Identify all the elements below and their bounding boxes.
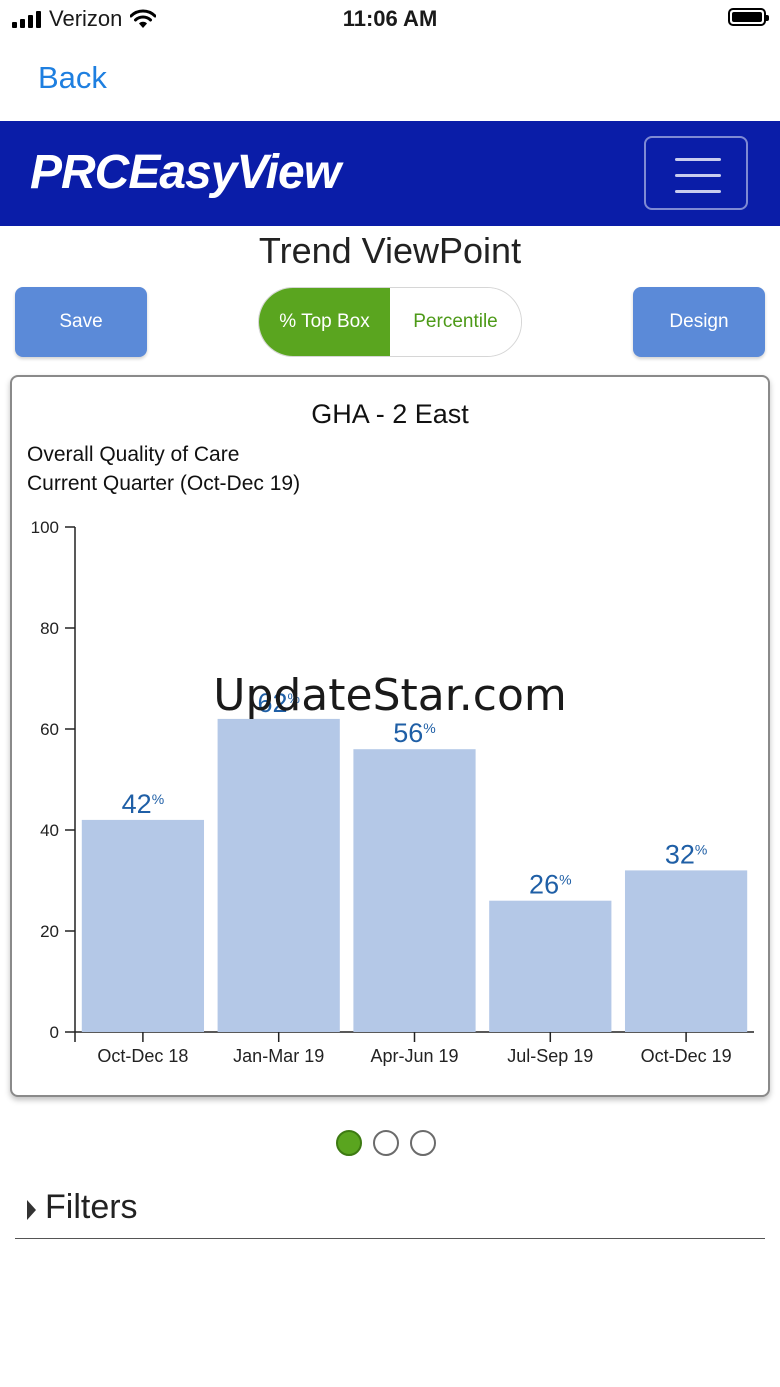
bar	[489, 900, 612, 1032]
design-button[interactable]: Design	[633, 287, 765, 357]
chart-title: GHA - 2 East	[311, 399, 469, 429]
y-tick-label: 0	[50, 1023, 59, 1042]
bar-value-label: 32%	[665, 839, 708, 869]
x-tick-label: Oct-Dec 18	[97, 1046, 188, 1066]
y-tick-label: 20	[40, 922, 59, 941]
chart-card: GHA - 2 East Overall Quality of Care Cur…	[10, 375, 770, 1097]
page-dot-1[interactable]	[336, 1130, 362, 1156]
page-title: Trend ViewPoint	[258, 230, 522, 271]
bar-value-label: 26%	[529, 870, 572, 900]
segment-top-box[interactable]: % Top Box	[259, 288, 390, 356]
hamburger-menu-button[interactable]	[644, 136, 748, 210]
page-dot-2[interactable]	[373, 1130, 399, 1156]
chart-plot-area: 0 20 40 60 80 100 Oct-Dec 18 42% Jan-Mar 19 62% Ap…	[31, 518, 754, 1066]
x-tick-label: Jul-Sep 19	[507, 1046, 593, 1066]
page-dot-3[interactable]	[410, 1130, 436, 1156]
battery-icon	[728, 8, 769, 26]
save-button[interactable]: Save	[15, 287, 147, 357]
y-tick-label: 100	[31, 518, 59, 537]
filters-label: Filters	[45, 1188, 138, 1226]
bar	[81, 819, 205, 1032]
bar	[217, 718, 340, 1032]
segment-percentile[interactable]: Percentile	[390, 288, 521, 356]
chart-subtitle-line2: Current Quarter (Oct-Dec 19)	[27, 472, 300, 495]
caret-right-icon	[27, 1200, 36, 1220]
y-tick-label: 60	[40, 720, 59, 739]
y-tick-label: 40	[40, 821, 59, 840]
bar-value-label: 42%	[122, 789, 165, 819]
menu-icon	[675, 158, 721, 161]
page-indicator	[336, 1130, 436, 1156]
filters-toggle[interactable]: Filters	[15, 1186, 765, 1239]
bar	[624, 870, 748, 1032]
back-button[interactable]: Back	[38, 60, 107, 96]
x-tick-label: Jan-Mar 19	[233, 1046, 324, 1066]
view-mode-segmented-control: % Top Box Percentile	[258, 287, 522, 357]
bar	[353, 749, 476, 1032]
chart-subtitle-line1: Overall Quality of Care	[27, 443, 239, 466]
y-tick-label: 80	[40, 619, 59, 638]
brand-bar: PRCEasyView	[0, 121, 780, 226]
status-time: 11:06 AM	[342, 6, 438, 31]
x-tick-label: Apr-Jun 19	[370, 1046, 458, 1066]
bar-value-label: 56%	[393, 718, 436, 748]
status-bar: Verizon 11:06 AM	[0, 0, 780, 40]
bar-value-label: 62%	[257, 688, 300, 718]
x-tick-label: Oct-Dec 19	[641, 1046, 732, 1066]
bar-chart: GHA - 2 East Overall Quality of Care Cur…	[27, 399, 754, 1066]
brand-logo: PRCEasyView	[30, 146, 341, 199]
